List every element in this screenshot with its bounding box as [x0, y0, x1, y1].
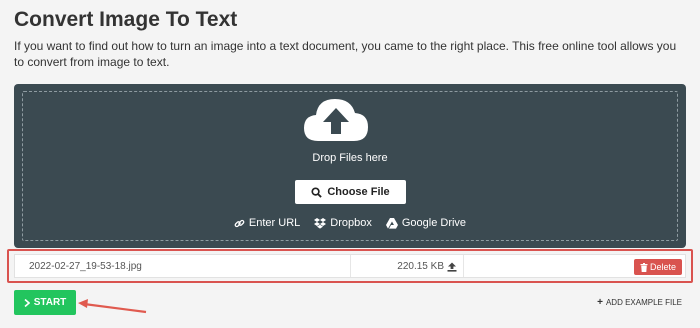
add-example-label: ADD EXAMPLE FILE	[605, 298, 682, 307]
add-example-file-link[interactable]: + ADD EXAMPLE FILE	[560, 297, 682, 308]
plus-icon: +	[597, 297, 603, 308]
annotation-arrow	[78, 299, 147, 314]
